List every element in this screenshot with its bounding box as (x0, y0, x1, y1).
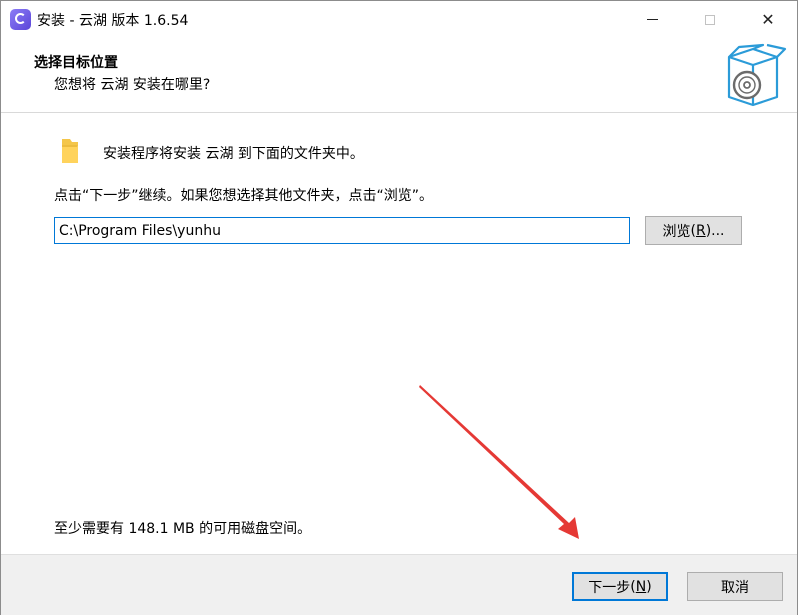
instruction-text: 点击“下一步”继续。如果您想选择其他文件夹，点击“浏览”。 (54, 188, 434, 204)
next-accel: N (635, 578, 647, 595)
minimize-icon (646, 19, 658, 20)
next-label: 下一步 (588, 579, 631, 596)
minimize-button[interactable] (623, 1, 681, 38)
page-subtitle: 您想将 云湖 安装在哪里? (54, 77, 211, 93)
footer-bar: 下一步(N) 取消 (1, 554, 797, 615)
browse-accel: R (695, 222, 706, 239)
browse-label: 浏览 (662, 223, 691, 240)
cancel-label: 取消 (721, 579, 749, 596)
close-button[interactable]: ✕ (739, 1, 797, 38)
maximize-icon (705, 14, 715, 25)
browse-button[interactable]: 浏览(R)... (645, 216, 742, 245)
window-title: 安装 - 云湖 版本 1.6.54 (37, 13, 189, 29)
app-icon (10, 9, 31, 30)
next-button[interactable]: 下一步(N) (572, 572, 668, 601)
cancel-button[interactable]: 取消 (687, 572, 783, 601)
installer-window: 安装 - 云湖 版本 1.6.54 ✕ 选择目标位置 您想将 云湖 安装在哪里?… (0, 0, 798, 615)
intro-text: 安装程序将安装 云湖 到下面的文件夹中。 (103, 146, 364, 162)
close-icon: ✕ (761, 10, 775, 29)
install-box-icon (727, 43, 787, 107)
disk-space-note: 至少需要有 148.1 MB 的可用磁盘空间。 (54, 521, 312, 537)
install-path-input[interactable] (54, 217, 630, 244)
title-bar[interactable]: 安装 - 云湖 版本 1.6.54 ✕ (1, 1, 797, 38)
maximize-button (681, 1, 739, 38)
header-divider (1, 112, 797, 113)
folder-icon (62, 139, 78, 163)
page-title: 选择目标位置 (34, 55, 118, 71)
